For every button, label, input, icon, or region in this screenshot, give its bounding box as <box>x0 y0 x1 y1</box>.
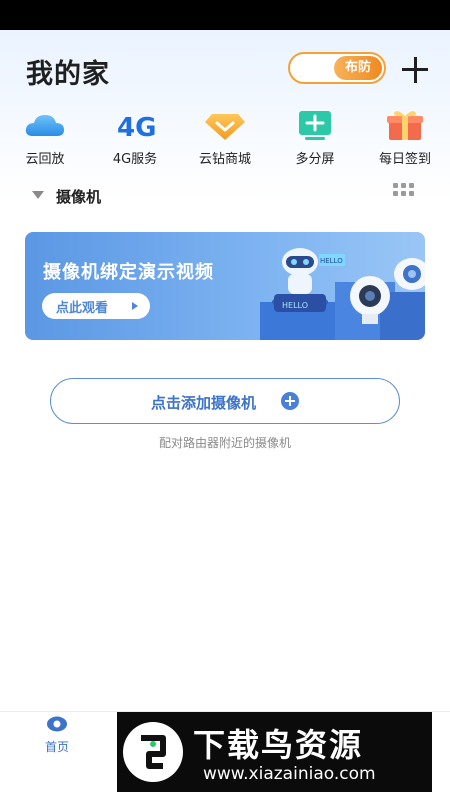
multi-screen-icon <box>293 108 337 142</box>
plus-circle-icon <box>281 392 299 410</box>
diamond-icon <box>203 108 247 142</box>
arm-toggle-label: 布防 <box>334 56 382 80</box>
quick-action-4g-service[interactable]: 4G 4G服务 <box>90 108 180 167</box>
nav-home-label: 首页 <box>44 740 69 754</box>
add-camera-button[interactable]: 点击添加摄像机 <box>50 378 400 424</box>
banner-title: 摄像机绑定演示视频 <box>43 262 214 283</box>
quick-action-multi-screen[interactable]: 多分屏 <box>270 108 360 167</box>
cloud-icon <box>23 108 67 142</box>
status-bar <box>0 0 450 30</box>
bird-logo-icon <box>123 722 183 782</box>
add-device-button[interactable] <box>400 55 430 85</box>
quick-action-label: 云回放 <box>25 152 65 167</box>
arm-toggle[interactable]: 布防 <box>288 52 386 84</box>
watermark-overlay: 下载鸟资源 www.xiazainiao.com <box>117 712 432 792</box>
page-title: 我的家 <box>26 59 110 90</box>
grid-view-icon[interactable] <box>393 183 415 197</box>
quick-action-daily-checkin[interactable]: 每日签到 <box>360 108 450 167</box>
add-camera-label: 点击添加摄像机 <box>151 394 257 412</box>
category-label: 摄像机 <box>56 188 102 206</box>
robot-base-text: HELLO <box>282 301 308 310</box>
add-camera-hint: 配对路由器附近的摄像机 <box>158 436 291 450</box>
gift-icon <box>383 108 427 142</box>
quick-action-diamond-mall[interactable]: 云钻商城 <box>180 108 270 167</box>
watch-button[interactable]: 点此观看 <box>42 293 150 319</box>
4g-glyph: 4G <box>117 113 156 142</box>
nav-tab-home[interactable]: 首页 <box>38 716 76 755</box>
watermark-url: www.xiazainiao.com <box>203 764 376 784</box>
robot-sign-text: HELLO <box>320 257 343 265</box>
quick-action-label: 多分屏 <box>295 152 335 167</box>
quick-action-label: 4G服务 <box>112 152 158 167</box>
quick-action-label: 云钻商城 <box>198 152 251 167</box>
play-arrow-icon <box>132 302 138 310</box>
watch-button-label: 点此观看 <box>56 301 109 316</box>
demo-video-banner[interactable]: 摄像机绑定演示视频 点此观看 HELLO HELLO <box>25 232 425 340</box>
quick-action-cloud-playback[interactable]: 云回放 <box>0 108 90 167</box>
collapse-triangle-icon <box>32 191 44 199</box>
robot-camera-illustration: HELLO HELLO <box>240 232 425 340</box>
4g-icon: 4G <box>113 108 157 143</box>
home-eye-icon <box>46 716 68 732</box>
quick-action-label: 每日签到 <box>378 152 431 167</box>
watermark-title: 下载鸟资源 <box>193 726 364 764</box>
